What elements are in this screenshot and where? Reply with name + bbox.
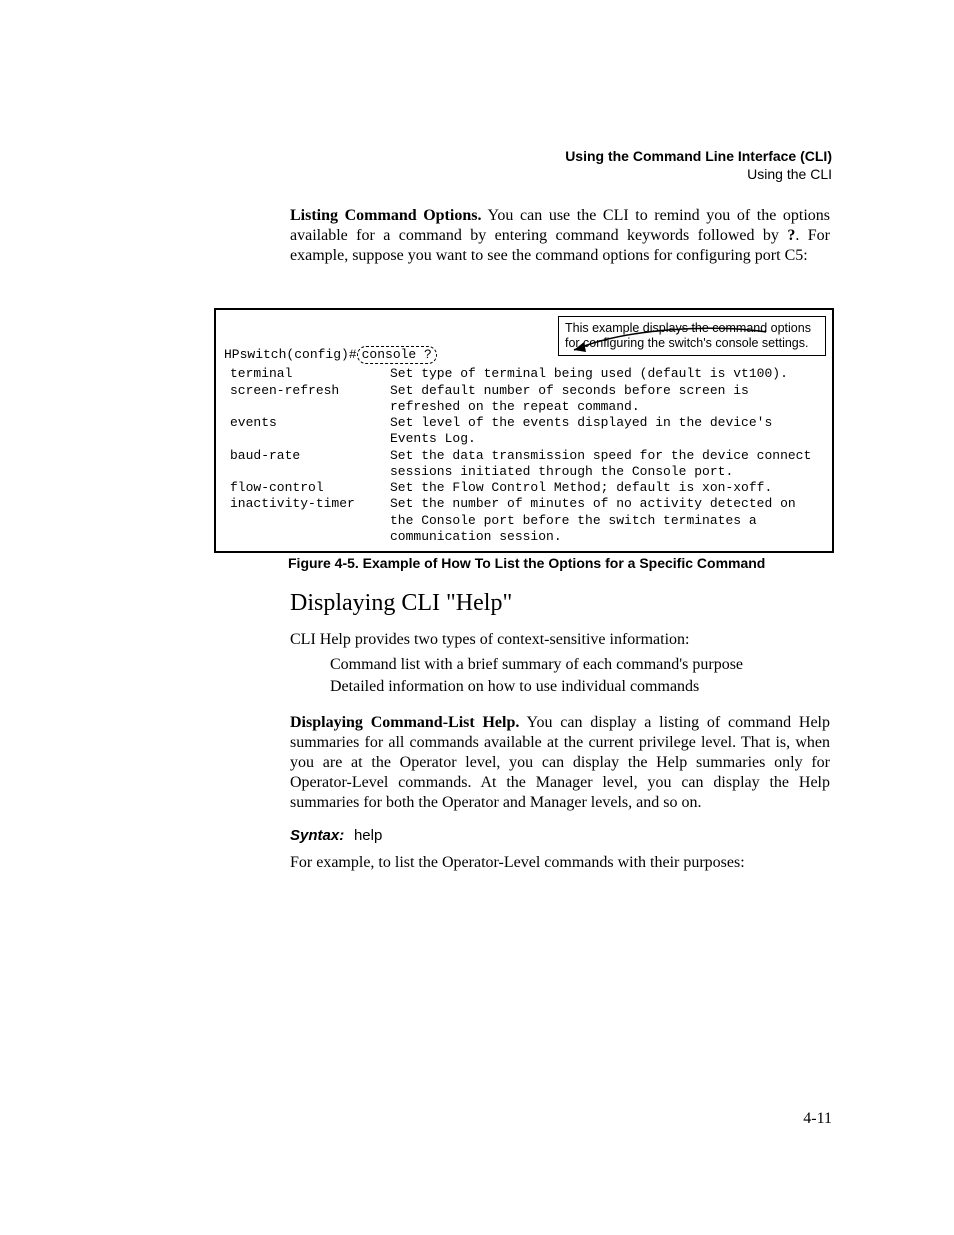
list-item: Detailed information on how to use indiv… bbox=[330, 676, 830, 698]
list-item: Command list with a brief summary of eac… bbox=[330, 654, 830, 676]
running-head-title: Using the Command Line Interface (CLI) bbox=[565, 148, 832, 166]
runin-heading: Listing Command Options. bbox=[290, 207, 481, 224]
table-row: screen-refresh Set default number of sec… bbox=[224, 383, 826, 416]
table-row: inactivity-timer Set the number of minut… bbox=[224, 496, 826, 545]
bullet-list: Command list with a brief summary of eac… bbox=[290, 654, 830, 699]
option-desc: Set level of the events displayed in the… bbox=[390, 415, 826, 448]
running-head: Using the Command Line Interface (CLI) U… bbox=[565, 148, 832, 183]
syntax-label: Syntax: bbox=[290, 827, 344, 844]
option-key: terminal bbox=[224, 366, 390, 382]
table-row: baud-rate Set the data transmission spee… bbox=[224, 448, 826, 481]
option-key: flow-control bbox=[224, 480, 390, 496]
option-desc: Set type of terminal being used (default… bbox=[390, 366, 826, 382]
option-desc: Set the data transmission speed for the … bbox=[390, 448, 826, 481]
section-heading-displaying-cli-help: Displaying CLI "Help" bbox=[290, 590, 512, 617]
body-column-bottom: CLI Help provides two types of context-s… bbox=[290, 630, 830, 887]
paragraph-example-lead: For example, to list the Operator-Level … bbox=[290, 853, 830, 873]
option-desc: Set default number of seconds before scr… bbox=[390, 383, 826, 416]
page-number: 4-11 bbox=[803, 1110, 832, 1128]
syntax-line: Syntax: help bbox=[290, 827, 830, 845]
option-key: screen-refresh bbox=[224, 383, 390, 416]
figure-cli-console-options: This example displays the command option… bbox=[214, 308, 834, 553]
runin-heading: Displaying Command-List Help. bbox=[290, 714, 519, 731]
paragraph-listing-command-options: Listing Command Options. You can use the… bbox=[290, 206, 830, 266]
paragraph-help-intro: CLI Help provides two types of context-s… bbox=[290, 630, 830, 650]
table-row: terminal Set type of terminal being used… bbox=[224, 366, 826, 382]
table-row: flow-control Set the Flow Control Method… bbox=[224, 480, 826, 496]
option-key: events bbox=[224, 415, 390, 448]
figure-callout: This example displays the command option… bbox=[558, 316, 826, 356]
cli-options-table: terminal Set type of terminal being used… bbox=[224, 366, 826, 545]
cli-prompt-prefix: HPswitch(config)# bbox=[224, 347, 357, 362]
option-key: inactivity-timer bbox=[224, 496, 390, 545]
cli-prompt-highlight: console ? bbox=[357, 346, 437, 364]
option-desc: Set the number of minutes of no activity… bbox=[390, 496, 826, 545]
table-row: events Set level of the events displayed… bbox=[224, 415, 826, 448]
figure-caption: Figure 4-5. Example of How To List the O… bbox=[288, 555, 765, 571]
paragraph-displaying-command-list-help: Displaying Command-List Help. You can di… bbox=[290, 713, 830, 813]
option-key: baud-rate bbox=[224, 448, 390, 481]
option-desc: Set the Flow Control Method; default is … bbox=[390, 480, 826, 496]
running-head-subtitle: Using the CLI bbox=[565, 166, 832, 184]
page-root: Using the Command Line Interface (CLI) U… bbox=[0, 0, 954, 1235]
syntax-command: help bbox=[354, 827, 382, 844]
body-column-top: Listing Command Options. You can use the… bbox=[290, 206, 830, 280]
